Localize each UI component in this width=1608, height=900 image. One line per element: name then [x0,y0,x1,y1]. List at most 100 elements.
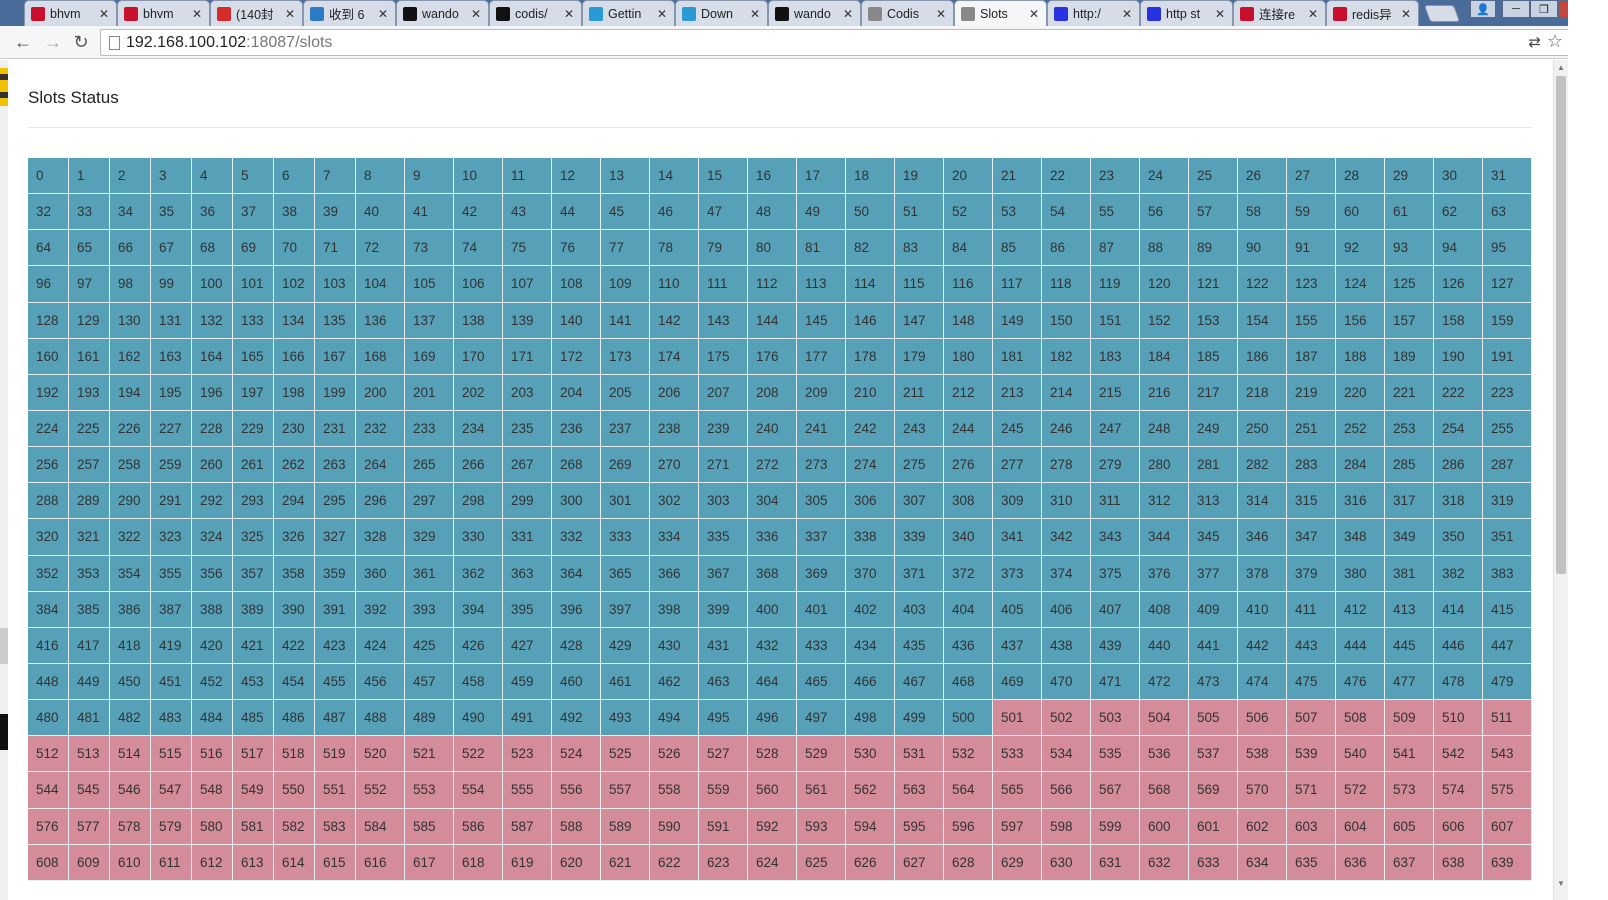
slot-cell: 85 [993,230,1042,267]
tab-4[interactable]: wando ✕ [396,0,489,26]
slot-cell: 474 [1238,663,1287,701]
tab-close-icon[interactable]: ✕ [656,7,668,21]
slot-cell: 0 [28,158,69,195]
slot-cell: 120 [1140,266,1189,303]
minimize-button[interactable]: ─ [1502,0,1530,18]
slot-cell: 199 [315,374,356,411]
slot-cell: 606 [1434,808,1483,845]
tab-close-icon[interactable]: ✕ [98,7,110,21]
tab-close-icon[interactable]: ✕ [1307,7,1319,21]
slot-cell: 429 [601,627,650,664]
slot-cell: 8 [356,158,405,195]
tab-title: Codis [887,6,919,21]
tab-close-icon[interactable]: ✕ [749,7,761,21]
slot-cell: 234 [454,410,503,448]
slot-cell: 171 [503,338,552,375]
slot-cell: 189 [1385,338,1434,375]
slot-cell: 628 [944,844,993,881]
tab-3[interactable]: 收到 6 ✕ [303,0,396,26]
tab-14[interactable]: redis异 ✕ [1326,0,1419,26]
url-text[interactable]: 192.168.100.102:18087/slots [126,34,332,52]
slot-cell: 322 [110,519,151,556]
tab-9[interactable]: Codis ✕ [861,0,954,26]
slot-cell: 74 [454,230,503,267]
slot-cell: 18 [846,158,895,195]
slot-cell: 514 [110,736,151,773]
bookmark-star-icon[interactable]: ☆ [1547,31,1563,52]
slot-cell: 574 [1434,772,1483,809]
tab-close-icon[interactable]: ✕ [470,7,482,21]
slot-cell: 634 [1238,844,1287,881]
address-bar[interactable]: 192.168.100.102:18087/slots ⇄ ☆ [100,29,1570,56]
slot-cell: 59 [1287,194,1336,231]
slot-cell: 476 [1336,663,1385,701]
new-tab-button[interactable] [1423,5,1461,22]
slot-cell: 175 [699,338,748,375]
tab-1[interactable]: bhvm ✕ [117,0,210,26]
slot-cell: 561 [797,772,846,809]
tab-0[interactable]: bhvm ✕ [24,0,117,26]
reload-icon[interactable]: ↻ [70,32,92,54]
slot-cell: 459 [503,663,552,701]
slot-cell: 94 [1434,230,1483,267]
tab-close-icon[interactable]: ✕ [1121,7,1133,21]
slot-cell: 76 [552,230,601,267]
tab-8[interactable]: wando ✕ [768,0,861,26]
slot-cell: 132 [192,302,233,339]
tab-close-icon[interactable]: ✕ [842,7,854,21]
maximize-button[interactable]: ❐ [1530,0,1558,18]
tab-close-icon[interactable]: ✕ [377,7,389,21]
slot-cell: 563 [895,772,944,809]
slot-cell: 412 [1336,591,1385,628]
tab-7[interactable]: Down ✕ [675,0,768,26]
tab-close-icon[interactable]: ✕ [1400,7,1412,21]
tab-5[interactable]: codis/ ✕ [489,0,582,26]
tab-close-icon[interactable]: ✕ [563,7,575,21]
slot-cell: 399 [699,591,748,628]
tab-6[interactable]: Gettin ✕ [582,0,675,26]
slot-cell: 618 [454,844,503,881]
slot-cell: 432 [748,627,797,664]
forward-icon[interactable]: → [42,32,64,54]
scroll-down-icon[interactable]: ▼ [1557,879,1565,888]
slot-cell: 350 [1434,519,1483,556]
tab-13[interactable]: 连接re ✕ [1233,0,1326,26]
slot-cell: 542 [1434,736,1483,773]
slot-cell: 401 [797,591,846,628]
user-icon[interactable]: 👤 [1470,0,1496,18]
tab-close-icon[interactable]: ✕ [1214,7,1226,21]
slot-cell: 631 [1091,844,1140,881]
translate-icon[interactable]: ⇄ [1528,33,1541,51]
scrollbar-thumb[interactable] [1556,76,1566,574]
tab-close-icon[interactable]: ✕ [284,7,296,21]
slot-cell: 129 [69,302,110,339]
slot-cell: 152 [1140,302,1189,339]
tab-2[interactable]: (140封 ✕ [210,0,303,26]
slot-cell: 78 [650,230,699,267]
slot-cell: 531 [895,736,944,773]
slot-cell: 604 [1336,808,1385,845]
tab-title: codis/ [515,6,548,21]
slot-cell: 610 [110,844,151,881]
slot-cell: 248 [1140,410,1189,448]
tab-close-icon[interactable]: ✕ [935,7,947,21]
tab-12[interactable]: http st ✕ [1140,0,1233,26]
slot-cell: 612 [192,844,233,881]
back-icon[interactable]: ← [12,32,34,54]
tab-close-icon[interactable]: ✕ [1028,7,1040,21]
zendesk-icon [124,6,138,21]
scroll-up-icon[interactable]: ▲ [1557,63,1565,72]
tab-11[interactable]: http:/ ✕ [1047,0,1140,26]
slot-cell: 621 [601,844,650,881]
tab-close-icon[interactable]: ✕ [191,7,203,21]
slot-cell: 87 [1091,230,1140,267]
slot-cell: 71 [315,230,356,267]
tab-10[interactable]: Slots ✕ [954,0,1047,27]
slot-cell: 497 [797,700,846,737]
slot-cell: 293 [233,483,274,520]
slot-cell: 48 [748,194,797,231]
slot-cell: 274 [846,447,895,484]
slot-cell: 115 [895,266,944,303]
slot-cell: 125 [1385,266,1434,303]
vertical-scrollbar[interactable]: ▲ ▼ [1553,60,1568,900]
